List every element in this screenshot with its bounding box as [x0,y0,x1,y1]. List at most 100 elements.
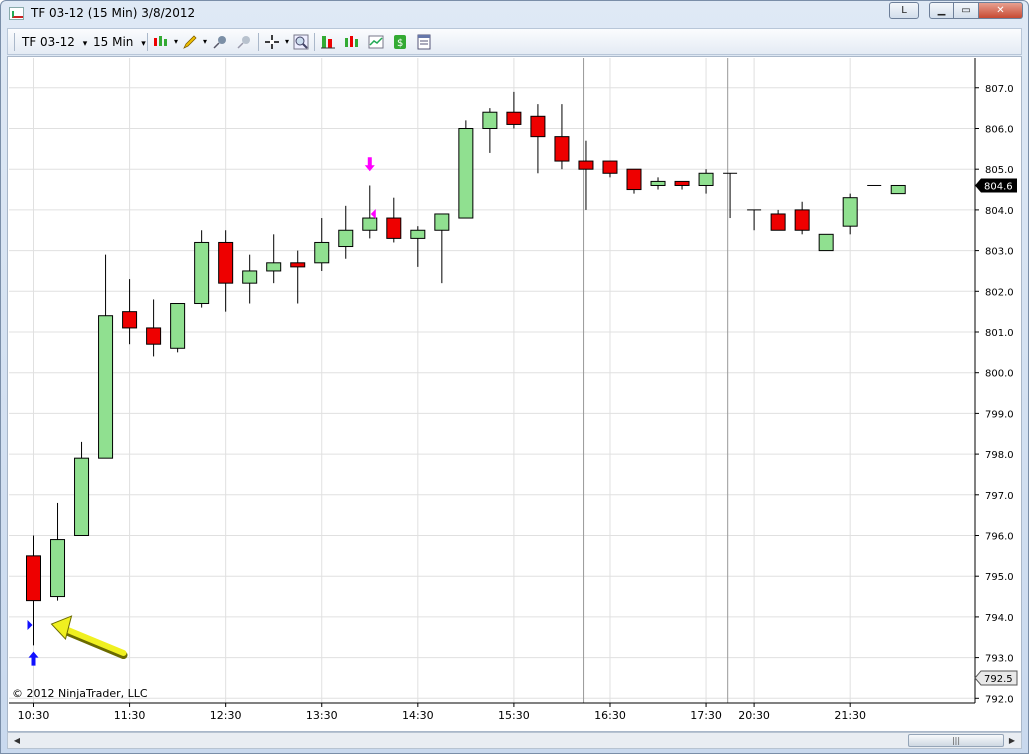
candle-body-up [362,217,378,231]
scroll-right-arrow-icon[interactable]: ▶ [1005,734,1019,747]
candle-body-up [458,128,474,219]
x-tick-label: 21:30 [834,709,866,722]
toolbar-separator [147,33,148,51]
last-price-label: 804.6 [984,181,1013,192]
zoom-icon[interactable] [293,34,309,50]
x-tick-label: 12:30 [210,709,242,722]
layout-button[interactable]: L [889,2,919,19]
title-bar[interactable]: TF 03-12 (15 Min) 3/8/2012 L ▁ ▭ ✕ [1,1,1028,27]
candle-body-down [218,241,234,284]
chart-toolbar: TF 03-12 ▾ 15 Min ▾ ▾ ▾ ▾ $ [7,28,1022,55]
candle-body-up [842,197,858,227]
y-tick-label: 799.0 [985,409,1014,420]
dollar-icon[interactable]: $ [392,34,408,50]
x-tick-label: 14:30 [402,709,434,722]
y-tick-label: 793.0 [985,654,1014,665]
y-tick-label: 796.0 [985,532,1014,543]
candle-body-up [650,180,666,186]
y-tick-label: 802.0 [985,287,1014,298]
y-tick-label: 792.0 [985,694,1014,705]
x-tick-label: 13:30 [306,709,338,722]
interval-selector[interactable]: 15 Min ▾ [93,33,146,51]
candle-body-up [266,262,282,272]
candle-body-up [98,315,114,459]
candle-body-up [314,241,330,264]
candle-body-up [74,457,90,537]
chart-app-icon [9,7,24,20]
x-tick-label: 20:30 [738,709,770,722]
chart-area[interactable]: 792.0 793.0 794.0 795.0 796.0 797.0 798.0 799.0… [7,56,1022,732]
copyright-text: © 2012 NinjaTrader, LLC [12,687,148,700]
candle-body-down [794,209,810,231]
instrument-label: TF 03-12 [22,35,75,49]
bar-type-icon[interactable] [153,34,169,50]
drawing-tool-pencil-icon[interactable] [182,34,198,50]
svg-text:$: $ [397,38,403,49]
close-button[interactable]: ✕ [979,2,1023,19]
candle-body-up [698,172,714,186]
window-title: TF 03-12 (15 Min) 3/8/2012 [31,6,196,20]
crosshair-icon[interactable] [264,34,280,50]
candle-body-up [818,233,834,252]
instrument-selector[interactable]: TF 03-12 ▾ [22,33,87,51]
y-tick-label: 807.0 [985,84,1014,95]
pin-disabled-icon[interactable] [236,34,252,50]
maximize-button[interactable]: ▭ [954,2,979,19]
drawing-tool-dropdown-icon[interactable]: ▾ [197,34,213,50]
min-price-label: 792.5 [984,674,1013,685]
candle-body-up [434,213,450,231]
plot-background [9,58,975,703]
x-tick-label: 17:30 [690,709,722,722]
candle-body-down [386,217,402,239]
candle-body-up [890,184,906,195]
y-tick-label: 800.0 [985,369,1014,380]
candle-body-down [626,168,642,191]
candle-body-down [122,311,138,329]
price-chart[interactable]: 792.0 793.0 794.0 795.0 796.0 797.0 798.0 799.0… [8,57,1021,731]
candle-body-down [506,111,522,125]
y-tick-label: 804.0 [985,206,1014,217]
candle-body-down [578,160,594,170]
strategies-icon[interactable] [368,34,384,50]
candle-body-up [338,229,354,248]
candle-body-down [26,555,41,602]
candle-body-up [410,229,426,239]
candle-body-down [290,262,306,268]
candle-body-down [674,180,690,186]
y-tick-label: 801.0 [985,328,1014,339]
toolbar-separator [258,33,259,51]
candle-body-up [242,270,258,284]
interval-dropdown-icon: ▾ [141,39,146,49]
y-tick-label: 797.0 [985,491,1014,502]
candle-body-up [482,111,498,130]
x-tick-label: 16:30 [594,709,626,722]
candle-body-down [554,136,570,162]
indicators-icon[interactable] [344,34,360,50]
y-tick-label: 795.0 [985,572,1014,583]
y-tick-label: 803.0 [985,247,1014,258]
x-tick-label: 10:30 [18,709,50,722]
y-tick-label: 794.0 [985,613,1014,624]
candle-body-down [146,327,162,345]
interval-label: 15 Min [93,35,134,49]
candle-body-up [50,539,66,598]
scroll-thumb[interactable]: ||| [908,734,1004,747]
y-tick-label: 798.0 [985,450,1014,461]
candle-body-down [530,115,546,138]
y-tick-label: 806.0 [985,125,1014,136]
chart-window: TF 03-12 (15 Min) 3/8/2012 L ▁ ▭ ✕ TF 03… [0,0,1029,754]
candle-body-down [602,160,618,174]
data-series-icon[interactable] [320,34,336,50]
pin-icon[interactable] [212,34,228,50]
minimize-button[interactable]: ▁ [929,2,954,19]
toolbar-grip [14,33,15,51]
x-tick-label: 15:30 [498,709,530,722]
properties-icon[interactable] [416,34,432,50]
toolbar-separator [314,33,315,51]
scroll-left-arrow-icon[interactable]: ◀ [10,734,24,747]
candle-body-down [770,213,786,231]
candle-body-up [170,303,186,349]
x-tick-label: 11:30 [114,709,146,722]
instrument-dropdown-icon: ▾ [82,39,88,49]
horizontal-scrollbar[interactable]: ◀ ||| ▶ [7,732,1022,749]
